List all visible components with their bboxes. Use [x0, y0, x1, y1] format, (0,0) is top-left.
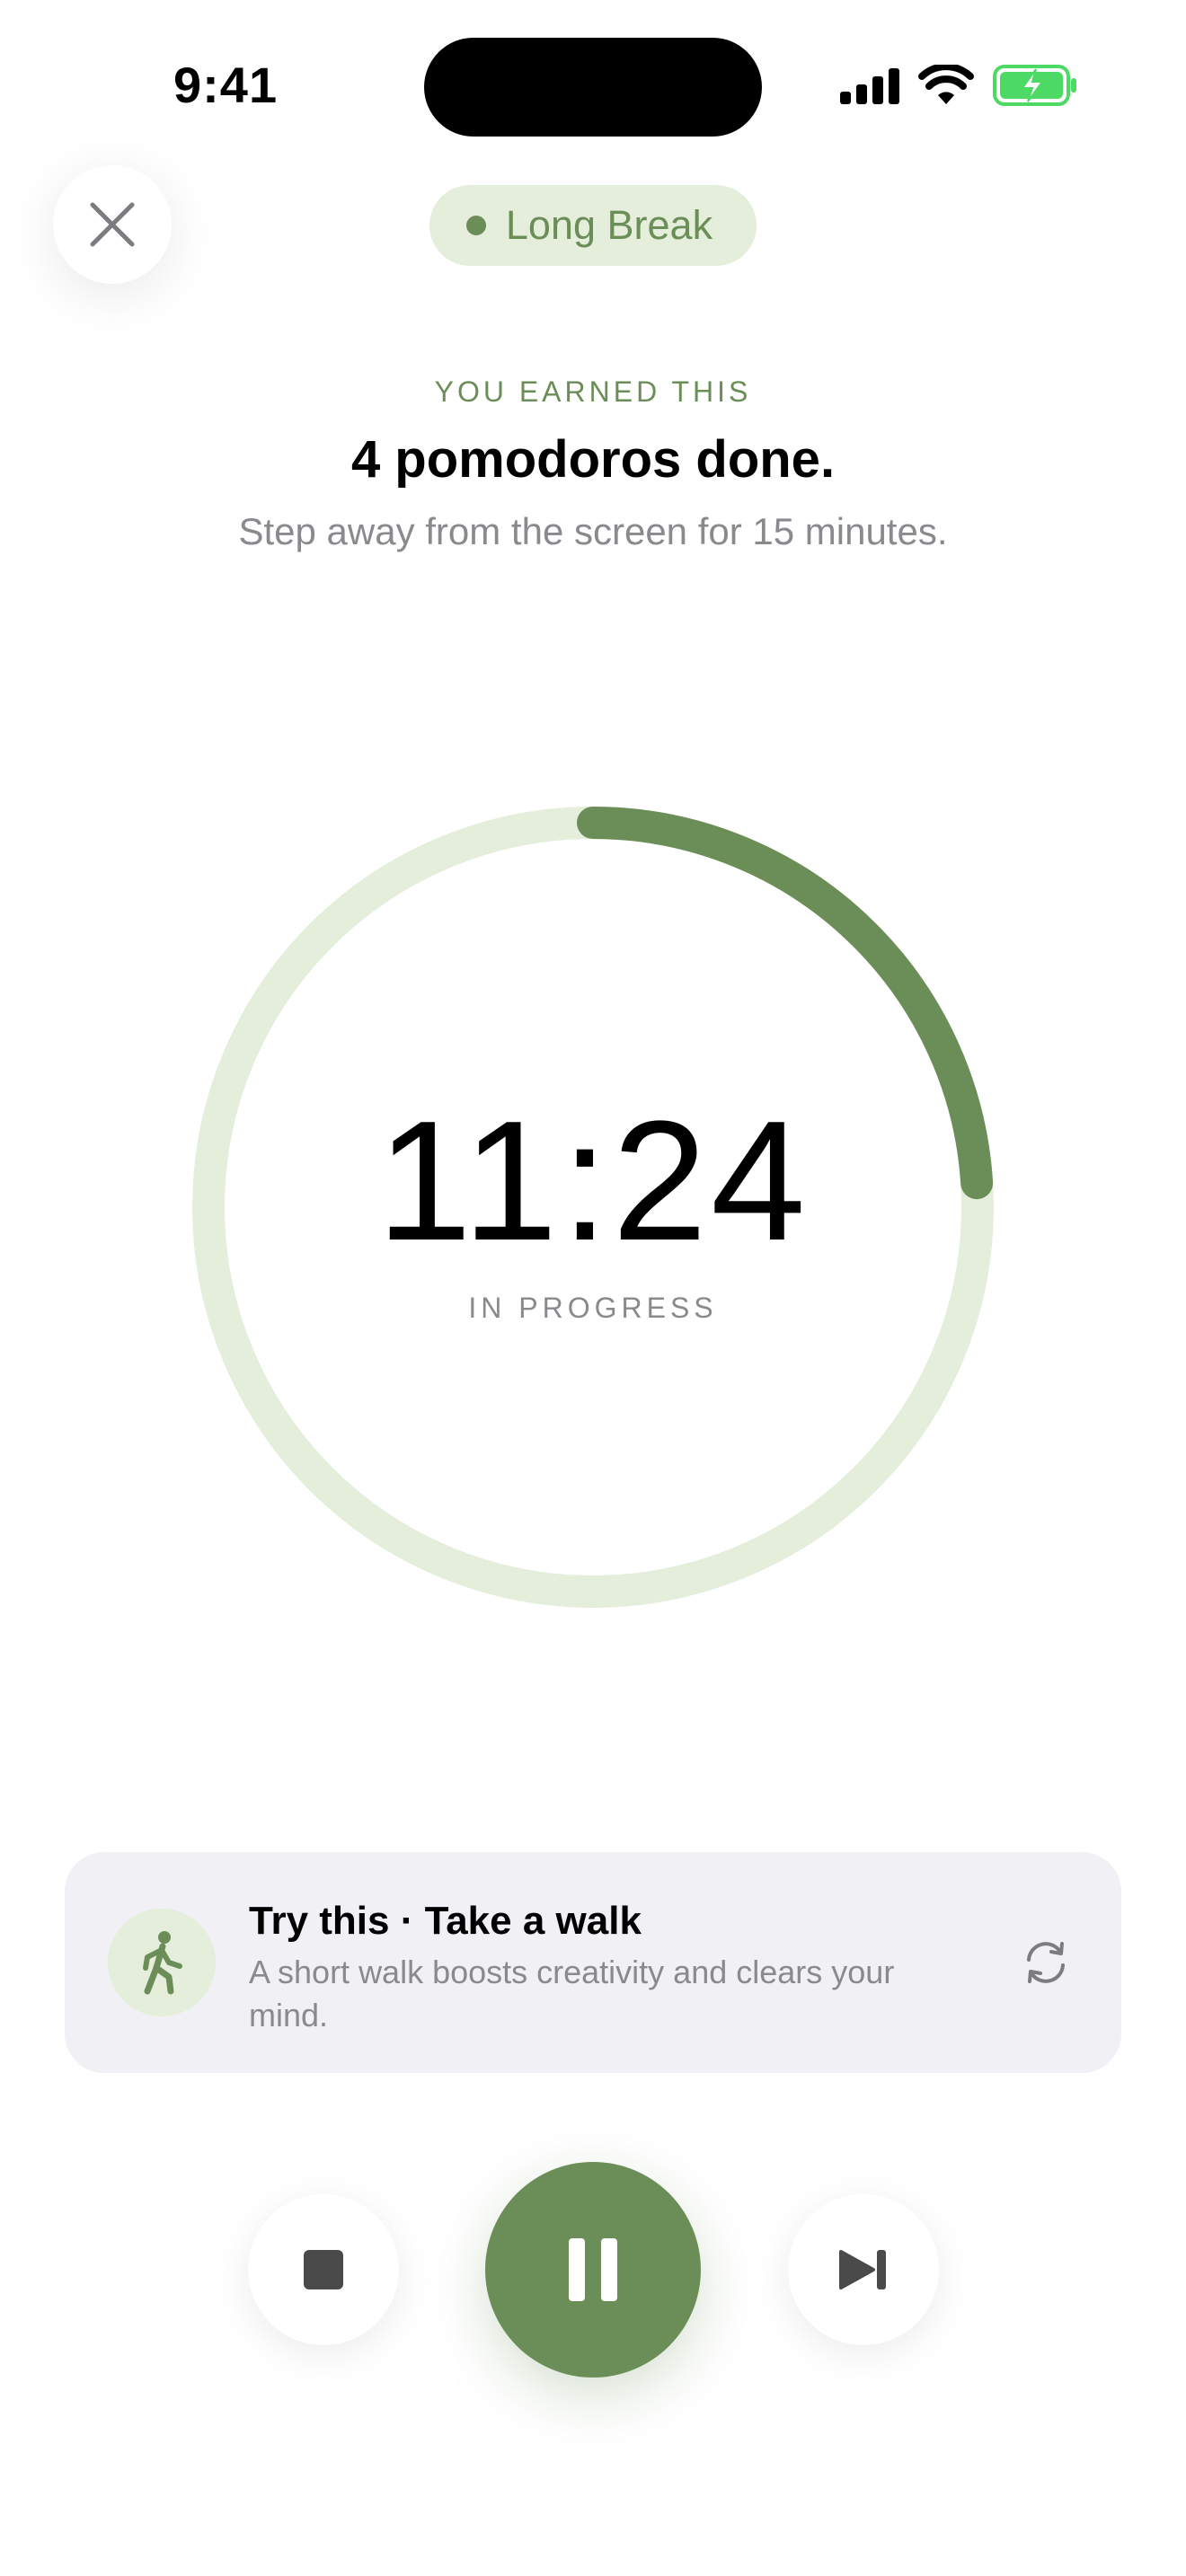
- refresh-icon: [1027, 1942, 1065, 1983]
- suggestion-icon-badge: [108, 1909, 216, 2016]
- stop-icon: [304, 2250, 343, 2289]
- skip-button[interactable]: [788, 2194, 939, 2345]
- suggestion-description: A short walk boosts creativity and clear…: [249, 1954, 895, 2033]
- walking-person-icon: [143, 1931, 182, 1995]
- skip-forward-icon: [839, 2250, 886, 2289]
- timer-ring: [192, 807, 994, 1608]
- stop-button[interactable]: [248, 2194, 399, 2345]
- timer-countdown: 11:24: [376, 1086, 810, 1276]
- suggestion-card[interactable]: Try this · Take a walk A short walk boos…: [65, 1852, 1121, 2073]
- pause-icon: [569, 2238, 617, 2301]
- suggestion-title: Try this · Take a walk: [249, 1899, 642, 1943]
- timer-status: IN PROGRESS: [468, 1292, 718, 1324]
- pause-button[interactable]: [485, 2162, 701, 2378]
- refresh-suggestion-button[interactable]: [1021, 1937, 1071, 1988]
